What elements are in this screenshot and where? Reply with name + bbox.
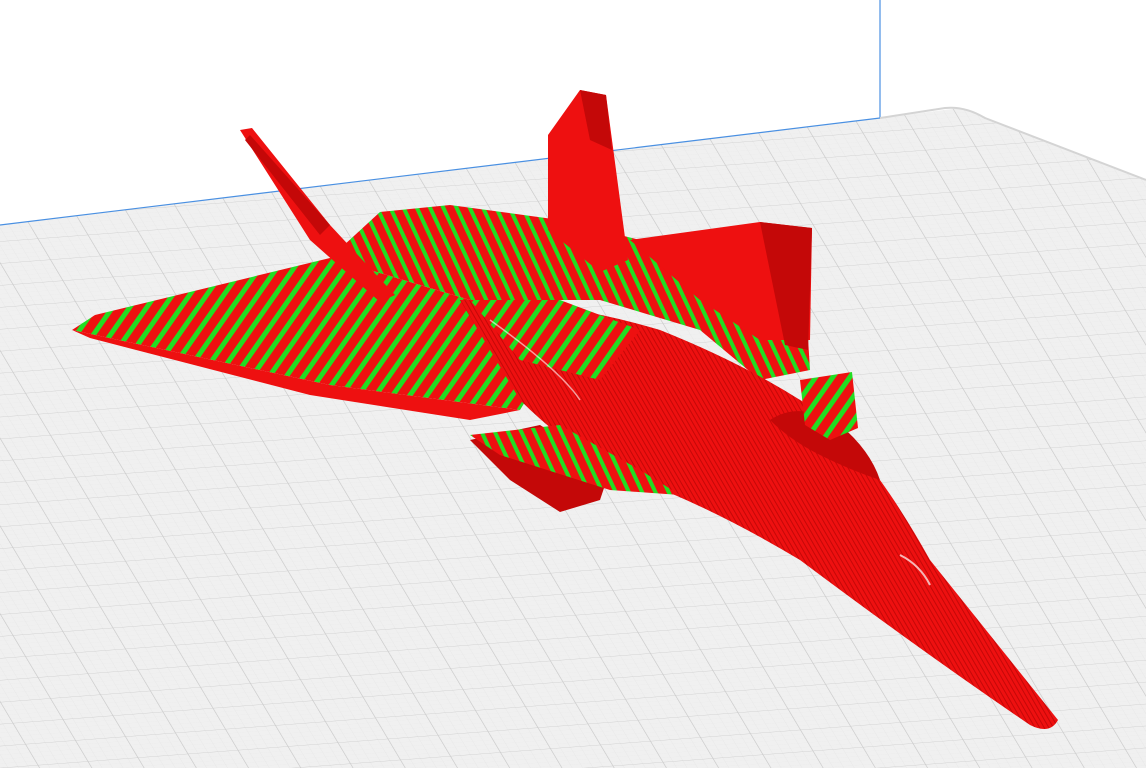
3d-viewport[interactable]: [0, 0, 1146, 768]
scene-canvas[interactable]: [0, 0, 1146, 768]
